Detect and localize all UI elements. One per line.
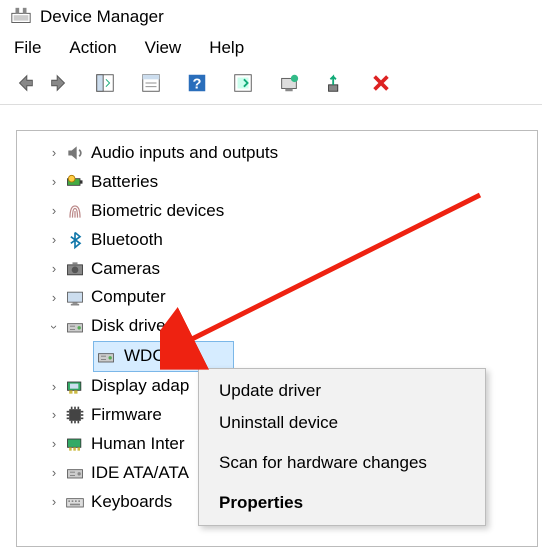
bluetooth-icon [63,228,87,252]
tree-label: Keyboards [91,488,172,517]
chevron-right-icon[interactable]: › [45,433,63,455]
disk-drive-icon [94,345,118,369]
tree-label: Cameras [91,255,160,284]
menu-view[interactable]: View [145,38,182,58]
disk-drive-icon [63,315,87,339]
title-bar: Device Manager [0,0,542,32]
help-button[interactable]: ? [182,70,212,96]
menu-scan-hardware[interactable]: Scan for hardware changes [199,447,485,479]
tree-label: Biometric devices [91,197,224,226]
keyboard-icon [63,490,87,514]
svg-text:?: ? [193,77,202,93]
tree-label: Disk drives [91,312,174,341]
tree-label: Firmware [91,401,162,430]
ide-icon [63,461,87,485]
disable-button[interactable] [366,70,396,96]
context-menu: Update driver Uninstall device Scan for … [198,368,486,526]
firmware-icon [63,403,87,427]
menu-update-driver[interactable]: Update driver [199,375,485,407]
scan-hardware-button[interactable] [228,70,258,96]
tree-label: Audio inputs and outputs [91,139,278,168]
tree-node-computer[interactable]: › Computer [17,283,537,312]
tree-label: Computer [91,283,166,312]
computer-icon [63,286,87,310]
chevron-right-icon[interactable]: › [45,462,63,484]
chevron-right-icon[interactable]: › [45,376,63,398]
fingerprint-icon [63,199,87,223]
tree-node-disk-drives[interactable]: › Disk drives [17,312,537,341]
tree-label: Display adap [91,372,189,401]
battery-icon [63,170,87,194]
menu-separator [199,479,485,487]
properties-button[interactable] [136,70,166,96]
tree-node-batteries[interactable]: › Batteries [17,168,537,197]
speaker-icon [63,141,87,165]
update-driver-button[interactable] [274,70,304,96]
tree-label: Batteries [91,168,158,197]
chevron-right-icon[interactable]: › [45,258,63,280]
tree-node-cameras[interactable]: › Cameras [17,255,537,284]
tree-node-bluetooth[interactable]: › Bluetooth [17,226,537,255]
menu-file[interactable]: File [14,38,41,58]
tree-node-audio[interactable]: › Audio inputs and outputs [17,139,537,168]
forward-button[interactable] [44,70,74,96]
menu-properties[interactable]: Properties [199,487,485,519]
chevron-right-icon[interactable]: › [45,491,63,513]
window-title: Device Manager [40,7,164,27]
hid-icon [63,432,87,456]
display-adapter-icon [63,375,87,399]
chevron-right-icon[interactable]: › [45,404,63,426]
chevron-right-icon[interactable]: › [45,200,63,222]
chevron-right-icon[interactable]: › [45,229,63,251]
menu-help[interactable]: Help [209,38,244,58]
menu-bar: File Action View Help [0,32,542,66]
tree-child-label: WDC PC [124,342,193,371]
tree-label: Human Inter [91,430,185,459]
tree-node-biometric[interactable]: › Biometric devices [17,197,537,226]
tree-label: IDE ATA/ATA [91,459,189,488]
menu-separator [199,439,485,447]
uninstall-button[interactable] [320,70,350,96]
back-button[interactable] [10,70,40,96]
device-manager-icon [10,6,32,28]
chevron-right-icon[interactable]: › [45,142,63,164]
chevron-down-icon[interactable]: › [43,318,65,336]
toolbar: ? [0,66,542,105]
show-hide-tree-button[interactable] [90,70,120,96]
chevron-right-icon[interactable]: › [45,171,63,193]
chevron-right-icon[interactable]: › [45,287,63,309]
menu-action[interactable]: Action [69,38,116,58]
menu-uninstall-device[interactable]: Uninstall device [199,407,485,439]
camera-icon [63,257,87,281]
tree-label: Bluetooth [91,226,163,255]
